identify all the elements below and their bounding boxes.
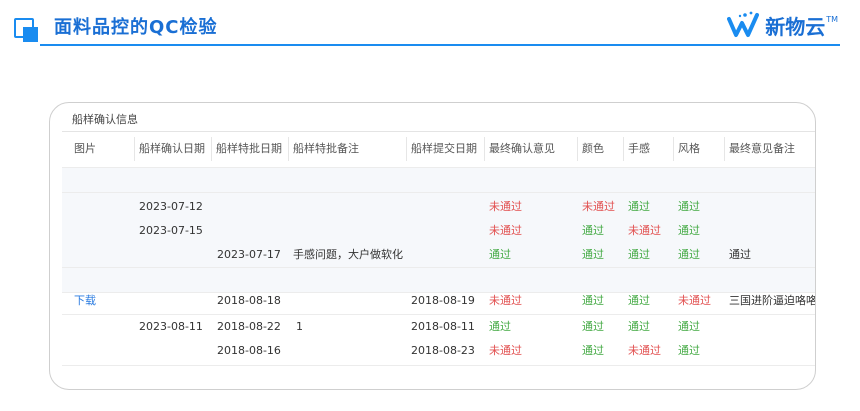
section-square-icon (14, 18, 40, 44)
final-result-cell: 未通过 (489, 200, 522, 213)
table-row: 2018-08-16 2018-08-23 未通过 通过 未通过 通过 (62, 339, 815, 363)
submit-date-cell: 2018-08-23 (411, 344, 475, 357)
final-result-cell: 未通过 (489, 344, 522, 357)
final-result-cell: 未通过 (489, 224, 522, 237)
color-result-cell: 通过 (582, 248, 604, 261)
style-result-cell: 通过 (678, 344, 700, 357)
table-row: 2023-07-15 未通过 通过 未通过 通过 (62, 219, 815, 243)
page-title: 面料品控的QC检验 (54, 17, 218, 38)
column-header-remark: 最终意见备注 (724, 137, 795, 161)
column-header-hand: 手感 (623, 137, 650, 161)
color-result-cell: 通过 (582, 344, 604, 357)
style-result-cell: 未通过 (678, 294, 711, 307)
remark-cell: 通过 (729, 248, 751, 261)
style-result-cell: 通过 (678, 224, 700, 237)
style-result-cell: 通过 (678, 248, 700, 261)
special-date-cell: 2018-08-22 (217, 320, 281, 333)
column-header-confirm-date: 船样确认日期 (134, 137, 205, 161)
special-date-cell: 2018-08-18 (217, 294, 281, 307)
table-row: 下载 2018-08-18 2018-08-19 未通过 通过 通过 未通过 三… (62, 289, 816, 313)
special-note-cell: 1 (296, 320, 303, 333)
special-note-cell: 手感问题，大户做软化 (293, 248, 403, 261)
column-header-special-note: 船样特批备注 (288, 137, 359, 161)
hand-result-cell: 未通过 (628, 344, 661, 357)
final-result-cell: 未通过 (489, 294, 522, 307)
page-header: 面料品控的QC检验 新物云 TM (0, 0, 860, 48)
color-result-cell: 通过 (582, 320, 604, 333)
column-header-style: 风格 (673, 137, 700, 161)
color-result-cell: 通过 (582, 224, 604, 237)
style-result-cell: 通过 (678, 320, 700, 333)
confirm-date-cell: 2023-07-12 (139, 200, 203, 213)
remark-cell: 三国进阶逼迫咯咯 (729, 294, 816, 307)
table-row: 2023-07-17 手感问题，大户做软化 通过 通过 通过 通过 通过 (62, 243, 815, 267)
style-result-cell: 通过 (678, 200, 700, 213)
column-header-color: 颜色 (577, 137, 604, 161)
ship-sample-panel: 船样确认信息 图片 船样确认日期 船样特批日期 船样特批备注 船样提交日期 最终… (49, 102, 816, 390)
table-row: 2023-08-11 2018-08-22 1 2018-08-11 通过 通过… (62, 315, 815, 339)
brand-w-icon (727, 11, 760, 37)
brand-trademark: TM (826, 14, 838, 24)
group-spacer (62, 168, 815, 192)
column-header-image: 图片 (74, 142, 96, 155)
special-date-cell: 2018-08-16 (217, 344, 281, 357)
column-header-submit-date: 船样提交日期 (406, 137, 477, 161)
final-result-cell: 通过 (489, 248, 511, 261)
special-date-cell: 2023-07-17 (217, 248, 281, 261)
divider (62, 131, 815, 132)
column-header-final: 最终确认意见 (484, 137, 555, 161)
brand-name: 新物云 (765, 14, 826, 39)
color-result-cell: 未通过 (582, 200, 615, 213)
header-divider (40, 44, 840, 46)
table-header: 图片 船样确认日期 船样特批日期 船样特批备注 船样提交日期 最终确认意见 颜色… (62, 137, 815, 161)
hand-result-cell: 通过 (628, 248, 650, 261)
final-result-cell: 通过 (489, 320, 511, 333)
download-link[interactable]: 下载 (74, 289, 96, 313)
column-header-special-date: 船样特批日期 (211, 137, 282, 161)
hand-result-cell: 通过 (628, 294, 650, 307)
hand-result-cell: 通过 (628, 320, 650, 333)
hand-result-cell: 未通过 (628, 224, 661, 237)
brand-logo: 新物云 TM (727, 10, 838, 40)
confirm-date-cell: 2023-08-11 (139, 320, 203, 333)
panel-title: 船样确认信息 (72, 113, 138, 126)
divider (62, 365, 815, 366)
hand-result-cell: 通过 (628, 200, 650, 213)
confirm-date-cell: 2023-07-15 (139, 224, 203, 237)
color-result-cell: 通过 (582, 294, 604, 307)
submit-date-cell: 2018-08-19 (411, 294, 475, 307)
submit-date-cell: 2018-08-11 (411, 320, 475, 333)
table-row: 2023-07-12 未通过 未通过 通过 通过 (62, 195, 815, 219)
